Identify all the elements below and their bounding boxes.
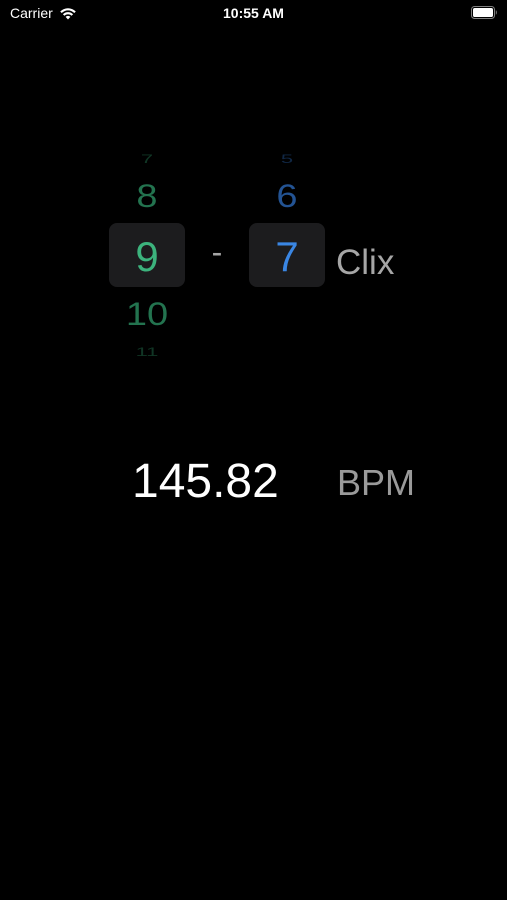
picker-item[interactable]: 7 [109, 153, 185, 165]
picker-selected-value[interactable]: 9 [109, 236, 185, 278]
clix-label: Clix [336, 243, 395, 282]
picker-item[interactable]: 5 [249, 153, 325, 165]
picker-selected-value[interactable]: 7 [249, 236, 325, 278]
separator-dash: - [211, 234, 223, 270]
status-time: 10:55 AM [223, 5, 284, 21]
picker-item[interactable]: 10 [109, 299, 185, 331]
right-number-picker[interactable]: 5 6 7 [249, 140, 325, 300]
battery-icon [471, 6, 498, 19]
bpm-unit-label: BPM [337, 462, 416, 503]
picker-item[interactable]: 6 [249, 181, 325, 213]
status-bar: Carrier 10:55 AM [0, 0, 507, 30]
bpm-value: 145.82 [132, 455, 279, 508]
picker-item[interactable]: 8 [109, 181, 185, 213]
left-number-picker[interactable]: 7 8 9 10 11 [109, 140, 185, 370]
picker-item[interactable]: 11 [109, 346, 185, 358]
